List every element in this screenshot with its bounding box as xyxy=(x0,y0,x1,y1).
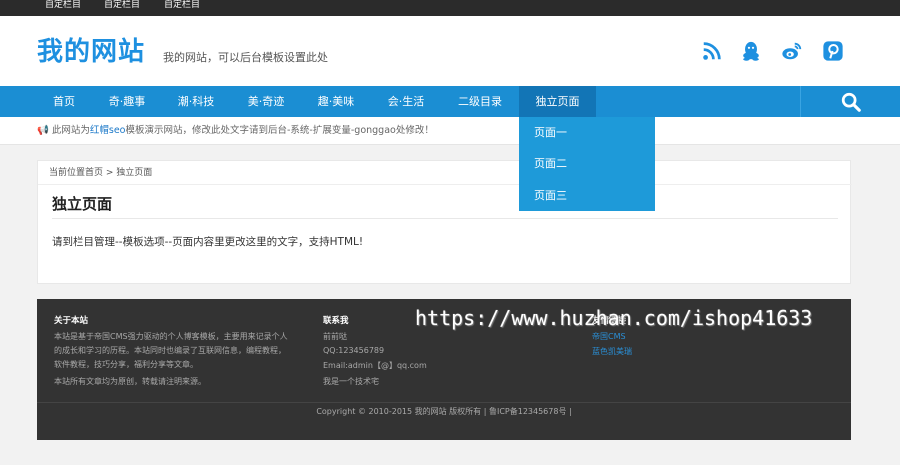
dropdown-item-page1[interactable]: 页面一 xyxy=(534,126,567,140)
nav-meiqiji[interactable]: 美·奇迹 xyxy=(237,86,295,117)
title-divider xyxy=(52,218,838,219)
top-link-1[interactable]: 自定栏目 xyxy=(45,0,81,11)
top-link-3[interactable]: 自定栏目 xyxy=(164,0,200,11)
top-bar: 自定栏目 自定栏目 自定栏目 xyxy=(0,0,900,16)
footer-about-line: 的成长和学习的历程。本站同时也编录了互联网信息，编程教程， xyxy=(54,346,286,355)
search-button[interactable] xyxy=(800,86,900,117)
footer-contact-line: 我是一个技术宅 xyxy=(323,377,379,386)
footer-friend-link[interactable]: 帝国CMS xyxy=(592,331,626,342)
nav-huishenghuo[interactable]: 会·生活 xyxy=(377,86,435,117)
nav-erjimulu[interactable]: 二级目录 xyxy=(447,86,513,117)
nav-chaokeji[interactable]: 潮·科技 xyxy=(167,86,225,117)
nav-dropdown: 页面一 页面二 页面三 xyxy=(519,117,655,211)
qq-icon[interactable] xyxy=(740,40,762,62)
notice-prefix: 此网站为 xyxy=(51,125,90,136)
pinterest-icon[interactable] xyxy=(822,40,844,62)
search-icon xyxy=(841,92,861,112)
top-link-2[interactable]: 自定栏目 xyxy=(104,0,140,11)
content-card: 当前位置首页 > 独立页面 独立页面 请到栏目管理--模板选项--页面内容里更改… xyxy=(37,160,852,284)
footer-copyright: Copyright © 2010-2015 我的网站 版权所有 | 鲁ICP备1… xyxy=(316,407,572,416)
dropdown-item-page2[interactable]: 页面二 xyxy=(534,157,567,171)
nav-home[interactable]: 首页 xyxy=(40,86,88,117)
footer-about-line: 本站是基于帝国CMS强力驱动的个人博客模板，主要用来记录个人 xyxy=(54,332,288,341)
dropdown-item-page3[interactable]: 页面三 xyxy=(534,189,567,203)
breadcrumb: 当前位置首页 > 独立页面 xyxy=(49,168,153,178)
site-logo[interactable]: 我的网站 xyxy=(37,36,145,68)
nav-qiqushi[interactable]: 奇·趣事 xyxy=(98,86,156,117)
watermark-url: https://www.huzhan.com/ishop41633 xyxy=(415,306,813,330)
weibo-icon[interactable] xyxy=(781,40,803,62)
notice-text: 📢 此网站为红帽seo模板演示网站，修改此处文字请到后台-系统-扩展变量-gon… xyxy=(37,124,434,137)
footer-divider xyxy=(37,402,851,403)
header: 我的网站 我的网站，可以后台模板设置此处 xyxy=(0,16,900,86)
footer-contact-title: 联系我 xyxy=(323,316,349,326)
notice-suffix: 模板演示网站，修改此处文字请到后台-系统-扩展变量-gonggao处修改！ xyxy=(125,125,434,136)
footer-contact-line: Email:admin【@】qq.com xyxy=(323,361,427,370)
site-slogan: 我的网站，可以后台模板设置此处 xyxy=(163,51,328,64)
footer-friend-link[interactable]: 蓝色凯美瑞 xyxy=(592,346,632,357)
footer-contact-line: 前前哒 xyxy=(323,332,347,341)
footer-about-line: 本站所有文章均为原创，转载请注明来源。 xyxy=(54,377,206,386)
notice-bar: 📢 此网站为红帽seo模板演示网站，修改此处文字请到后台-系统-扩展变量-gon… xyxy=(0,117,900,145)
page-body: 请到栏目管理--模板选项--页面内容里更改这里的文字，支持HTML! xyxy=(52,236,364,248)
megaphone-icon: 📢 xyxy=(37,125,49,136)
main-nav: 首页 奇·趣事 潮·科技 美·奇迹 趣·美味 会·生活 二级目录 独立页面 xyxy=(0,86,900,117)
rss-icon[interactable] xyxy=(701,40,723,62)
footer-contact-line: QQ:123456789 xyxy=(323,346,385,355)
notice-highlight-link[interactable]: 红帽seo xyxy=(90,125,126,136)
breadcrumb-divider xyxy=(38,184,852,185)
footer-about-line: 软件教程，技巧分享，福利分享等文章。 xyxy=(54,360,198,369)
nav-qumeiwei[interactable]: 趣·美味 xyxy=(307,86,365,117)
footer-about-title: 关于本站 xyxy=(54,316,89,326)
page-title: 独立页面 xyxy=(52,195,113,213)
nav-duli-yemian[interactable]: 独立页面 xyxy=(519,86,596,117)
